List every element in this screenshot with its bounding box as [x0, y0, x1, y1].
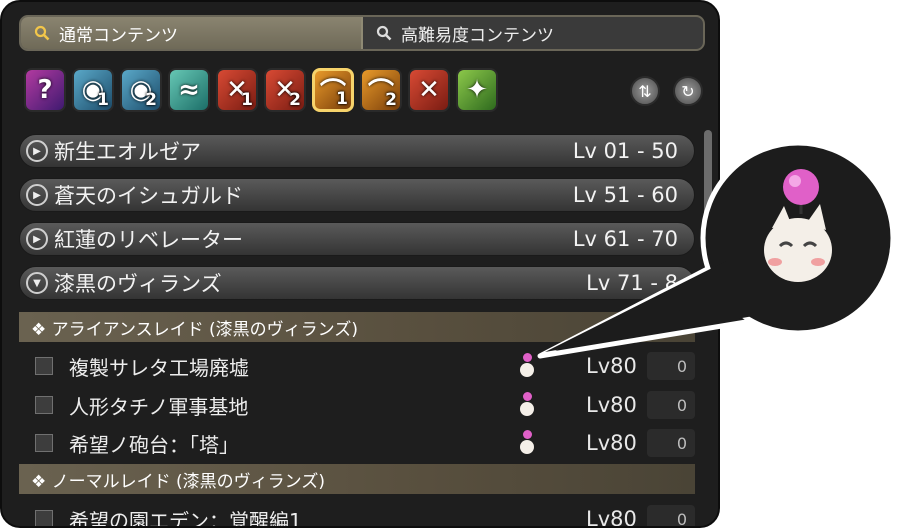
duty-level: Lv80: [586, 393, 637, 417]
category-name: 紅蓮のリベレーター: [54, 228, 243, 252]
raid-1-icon[interactable]: ⌒ 1: [312, 68, 354, 112]
duty-checkbox[interactable]: [35, 510, 53, 526]
dungeon-2-icon[interactable]: ◉ 2: [120, 68, 162, 112]
duty-name: 希望ノ砲台：「塔」: [69, 432, 239, 457]
scrollbar-thumb[interactable]: [704, 130, 712, 240]
tab-label: 通常コンテンツ: [59, 25, 178, 46]
expand-arrow-icon: ▶: [26, 140, 48, 162]
duty-checkbox[interactable]: [35, 396, 53, 414]
duty-level: Lv80: [586, 354, 637, 378]
subsection-label: ❖ アライアンスレイド (漆黒のヴィランズ): [31, 319, 358, 340]
gold-saucer-icon[interactable]: ✦: [456, 68, 498, 112]
category-arr[interactable]: ▶ 新生エオルゼア Lv 01 - 50: [19, 134, 695, 168]
category-level: Lv 51 - 60: [572, 183, 678, 207]
duty-count: 0: [647, 391, 695, 419]
duty-row[interactable]: 希望ノ砲台：「塔」 Lv80 0: [19, 425, 705, 461]
duty-row[interactable]: 希望の園エデン：覚醒編1 Lv80 0: [19, 501, 705, 528]
search-icon: [33, 24, 51, 42]
raid-2-icon[interactable]: ⌒ 2: [360, 68, 402, 112]
duty-level: Lv80: [586, 431, 637, 455]
category-level: Lv 01 - 50: [572, 139, 678, 163]
icon-symbol: ?: [37, 75, 53, 105]
category-name: 新生エオルゼア: [54, 140, 201, 164]
sort-arrows-icon: ⇅: [638, 81, 652, 101]
duty-row[interactable]: 人形タチノ軍事基地 Lv80 0: [19, 387, 705, 423]
duty-level: Lv80: [586, 507, 637, 528]
expand-arrow-icon: ▶: [26, 228, 48, 250]
dungeon-1-icon[interactable]: ◉ 1: [72, 68, 114, 112]
duty-checkbox[interactable]: [35, 434, 53, 452]
content-tabs: 通常コンテンツ 高難易度コンテンツ: [19, 15, 705, 51]
category-name: 蒼天のイシュガルド: [54, 184, 243, 208]
collapse-arrow-icon: ▼: [26, 272, 48, 294]
duty-name: 複製サレタ工場廃墟: [69, 355, 249, 380]
refresh-icon: ↻: [681, 81, 695, 101]
icon-number: 1: [97, 90, 109, 110]
search-icon: [375, 24, 393, 42]
tab-high-end-content[interactable]: 高難易度コンテンツ: [363, 17, 703, 49]
duty-count: 0: [647, 352, 695, 380]
icon-symbol: ✕: [418, 75, 440, 105]
subsection-normal-raid[interactable]: ❖ ノーマルレイド (漆黒のヴィランズ): [19, 464, 695, 494]
category-name: 漆黒のヴィランズ: [54, 272, 222, 296]
category-level: Lv 71 - 8: [586, 271, 678, 295]
duty-name: 人形タチノ軍事基地: [69, 394, 249, 419]
pvp-icon[interactable]: ✕: [408, 68, 450, 112]
reset-button[interactable]: ↻: [673, 76, 703, 106]
trial-2-icon[interactable]: ✕ 2: [264, 68, 306, 112]
icon-symbol: ✦: [466, 75, 488, 105]
tab-label: 高難易度コンテンツ: [401, 25, 554, 46]
category-sb[interactable]: ▶ 紅蓮のリベレーター Lv 61 - 70: [19, 222, 695, 256]
trial-1-icon[interactable]: ✕ 1: [216, 68, 258, 112]
moogle-icon: [519, 353, 535, 379]
callout-bubble: [700, 140, 896, 336]
duty-checkbox[interactable]: [35, 357, 53, 375]
expand-arrow-icon: ▶: [26, 184, 48, 206]
scrollbar[interactable]: [704, 130, 712, 526]
icon-number: 2: [289, 90, 301, 110]
subsection-alliance-raid[interactable]: ❖ アライアンスレイド (漆黒のヴィランズ): [19, 312, 695, 342]
tab-normal-content[interactable]: 通常コンテンツ: [21, 17, 363, 49]
moogle-icon: [519, 392, 535, 418]
duty-count: 0: [647, 429, 695, 457]
content-type-icons: ? ◉ 1 ◉ 2 ≈ ✕ 1 ✕ 2 ⌒ 1 ⌒ 2 ✕ ✦: [24, 68, 498, 112]
sort-toggle-button[interactable]: ⇅: [630, 76, 660, 106]
duty-finder-window: 通常コンテンツ 高難易度コンテンツ ? ◉ 1 ◉ 2 ≈ ✕ 1 ✕ 2 ⌒ …: [0, 0, 720, 528]
category-level: Lv 61 - 70: [572, 227, 678, 251]
moogle-large-icon: [764, 169, 832, 282]
icon-number: 2: [145, 90, 157, 110]
icon-symbol: ≈: [178, 75, 200, 105]
roulette-icon[interactable]: ?: [24, 68, 66, 112]
icon-number: 1: [241, 90, 253, 110]
moogle-icon: [519, 430, 535, 456]
category-hw[interactable]: ▶ 蒼天のイシュガルド Lv 51 - 60: [19, 178, 695, 212]
subsection-label: ❖ ノーマルレイド (漆黒のヴィランズ): [31, 471, 325, 492]
duty-row[interactable]: 複製サレタ工場廃墟 Lv80 0: [19, 348, 705, 384]
duty-name: 希望の園エデン：覚醒編1: [69, 508, 302, 528]
guildhest-icon[interactable]: ≈: [168, 68, 210, 112]
duty-count: 0: [647, 505, 695, 526]
icon-number: 2: [385, 90, 397, 110]
icon-number: 1: [336, 89, 348, 109]
category-shb[interactable]: ▼ 漆黒のヴィランズ Lv 71 - 8: [19, 266, 695, 300]
